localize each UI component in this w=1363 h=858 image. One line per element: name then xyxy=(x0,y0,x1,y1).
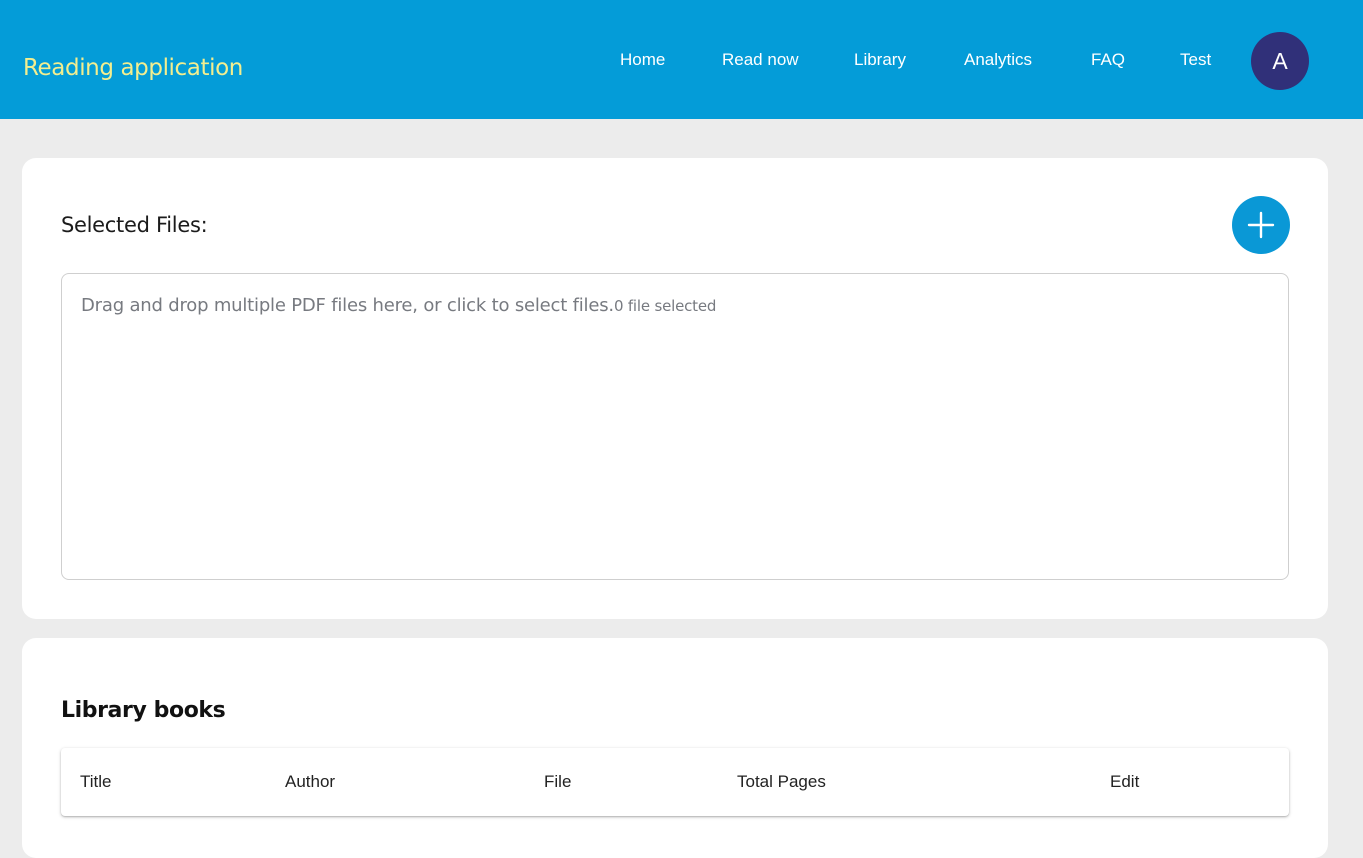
app-brand[interactable]: Reading application xyxy=(23,54,243,82)
add-files-button[interactable] xyxy=(1232,196,1290,254)
nav-read-now[interactable]: Read now xyxy=(722,50,799,70)
library-card: Library books Title Author File Total Pa… xyxy=(22,638,1328,858)
selected-files-title: Selected Files: xyxy=(61,213,208,237)
nav-library[interactable]: Library xyxy=(854,50,906,70)
nav-test[interactable]: Test xyxy=(1180,50,1211,70)
avatar-letter: A xyxy=(1272,47,1288,74)
file-count-text: 0 file selected xyxy=(613,297,717,315)
library-table-header: Title Author File Total Pages Edit xyxy=(61,748,1289,816)
pdf-dropzone[interactable]: Drag and drop multiple PDF files here, o… xyxy=(61,273,1289,580)
nav-faq[interactable]: FAQ xyxy=(1091,50,1125,70)
user-avatar[interactable]: A xyxy=(1251,32,1309,90)
dropzone-main-text: Drag and drop multiple PDF files here, o… xyxy=(81,295,614,316)
nav-analytics[interactable]: Analytics xyxy=(964,50,1032,70)
upload-card: Selected Files: Drag and drop multiple P… xyxy=(22,158,1328,619)
column-file[interactable]: File xyxy=(544,772,571,792)
dropzone-instructions: Drag and drop multiple PDF files here, o… xyxy=(81,295,716,316)
column-total-pages[interactable]: Total Pages xyxy=(737,772,826,792)
column-edit[interactable]: Edit xyxy=(1110,772,1139,792)
library-books-title: Library books xyxy=(61,698,226,723)
plus-icon xyxy=(1247,211,1275,239)
column-author[interactable]: Author xyxy=(285,772,335,792)
nav-home[interactable]: Home xyxy=(620,50,665,70)
top-navbar: Reading application Home Read now Librar… xyxy=(0,0,1363,119)
column-title[interactable]: Title xyxy=(80,772,112,792)
